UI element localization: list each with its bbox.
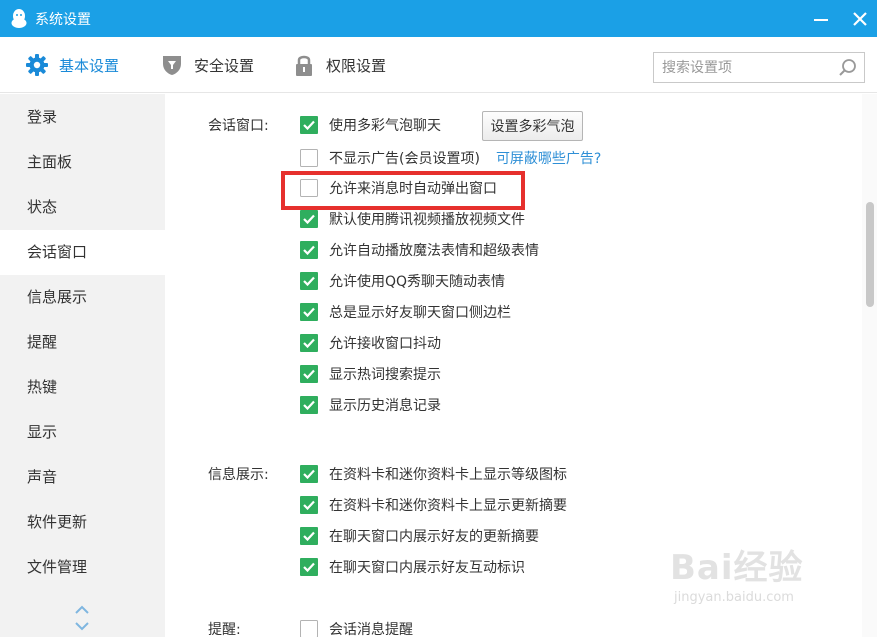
checkbox-checked[interactable] xyxy=(300,465,318,483)
search-input[interactable] xyxy=(662,58,832,78)
option-label: 允许使用QQ秀聊天随动表情 xyxy=(329,274,506,290)
checkbox-checked[interactable] xyxy=(300,496,318,514)
checkbox-unchecked[interactable] xyxy=(300,149,318,167)
option-hot-words[interactable]: 显示热词搜索提示 xyxy=(300,363,441,385)
option-label: 不显示广告(会员设置项) xyxy=(329,151,480,167)
content-scrollbar[interactable] xyxy=(862,94,877,637)
option-tencent-video[interactable]: 默认使用腾讯视频播放视频文件 xyxy=(300,208,525,230)
option-magic-emoji[interactable]: 允许自动播放魔法表情和超级表情 xyxy=(300,239,539,261)
option-qq-show[interactable]: 允许使用QQ秀聊天随动表情 xyxy=(300,270,505,292)
sidebar-item-main-panel[interactable]: 主面板 xyxy=(0,140,165,185)
checkbox-checked[interactable] xyxy=(300,558,318,576)
close-button[interactable] xyxy=(845,6,875,32)
chevron-down-icon[interactable] xyxy=(74,620,90,632)
option-update-summary[interactable]: 在资料卡和迷你资料卡上显示更新摘要 xyxy=(300,494,567,516)
option-label: 在资料卡和迷你资料卡上显示等级图标 xyxy=(329,467,567,483)
option-level-icon[interactable]: 在资料卡和迷你资料卡上显示等级图标 xyxy=(300,463,567,485)
option-label: 总是显示好友聊天窗口侧边栏 xyxy=(329,305,511,321)
option-label: 默认使用腾讯视频播放视频文件 xyxy=(329,212,525,228)
option-window-shake[interactable]: 允许接收窗口抖动 xyxy=(300,332,441,354)
checkbox-checked[interactable] xyxy=(300,303,318,321)
sidebar-item-update[interactable]: 软件更新 xyxy=(0,500,165,545)
section-label-remind: 提醒: xyxy=(208,622,241,637)
sidebar: 登录 主面板 状态 会话窗口 信息展示 提醒 热键 显示 声音 软件更新 文件管… xyxy=(0,94,165,637)
sidebar-item-remind[interactable]: 提醒 xyxy=(0,320,165,365)
checkbox-checked[interactable] xyxy=(300,334,318,352)
settings-content: 会话窗口: 使用多彩气泡聊天 设置多彩气泡 不显示广告(会员设置项) 可屏蔽哪些… xyxy=(165,94,877,637)
option-label: 在聊天窗口内展示好友互动标识 xyxy=(329,560,525,576)
title-bar: 系统设置 xyxy=(0,0,877,37)
sidebar-item-status[interactable]: 状态 xyxy=(0,185,165,230)
tab-label: 安全设置 xyxy=(194,56,255,75)
checkbox-checked[interactable] xyxy=(300,116,318,134)
tab-bar: 基本设置 安全设置 权限设置 xyxy=(0,37,877,93)
tab-basic-settings[interactable]: 基本设置 xyxy=(25,37,119,93)
tab-label: 基本设置 xyxy=(59,56,120,75)
sidebar-item-hotkey[interactable]: 热键 xyxy=(0,365,165,410)
checkbox-checked[interactable] xyxy=(300,241,318,259)
option-label: 允许自动播放魔法表情和超级表情 xyxy=(329,243,539,259)
set-bubble-button[interactable]: 设置多彩气泡 xyxy=(482,111,583,141)
option-friend-interaction[interactable]: 在聊天窗口内展示好友互动标识 xyxy=(300,556,525,578)
sidebar-item-sound[interactable]: 声音 xyxy=(0,455,165,500)
sidebar-item-chat-window[interactable]: 会话窗口 xyxy=(0,230,165,275)
checkbox-checked[interactable] xyxy=(300,527,318,545)
checkbox-unchecked[interactable] xyxy=(300,620,318,637)
minimize-button[interactable] xyxy=(806,6,836,32)
option-colorful-bubble[interactable]: 使用多彩气泡聊天 xyxy=(300,114,441,136)
section-label-info: 信息展示: xyxy=(208,467,269,483)
lock-icon xyxy=(292,53,316,77)
option-side-panel[interactable]: 总是显示好友聊天窗口侧边栏 xyxy=(300,301,511,323)
option-auto-popup[interactable]: 允许来消息时自动弹出窗口 xyxy=(300,177,497,199)
gear-icon xyxy=(25,53,49,77)
option-friend-update[interactable]: 在聊天窗口内展示好友的更新摘要 xyxy=(300,525,539,547)
checkbox-checked[interactable] xyxy=(300,365,318,383)
option-label: 允许接收窗口抖动 xyxy=(329,336,441,352)
scroll-thumb[interactable] xyxy=(866,202,874,307)
search-box xyxy=(653,52,865,83)
qq-penguin-icon xyxy=(10,8,28,29)
sidebar-item-login[interactable]: 登录 xyxy=(0,95,165,140)
option-label: 允许来消息时自动弹出窗口 xyxy=(329,181,497,197)
option-history[interactable]: 显示历史消息记录 xyxy=(300,394,441,416)
tab-permission-settings[interactable]: 权限设置 xyxy=(292,37,386,93)
tab-security-settings[interactable]: 安全设置 xyxy=(160,37,254,93)
option-label: 显示历史消息记录 xyxy=(329,398,441,414)
shield-icon xyxy=(160,53,184,77)
tab-label: 权限设置 xyxy=(326,56,387,75)
option-hide-ads[interactable]: 不显示广告(会员设置项) 可屏蔽哪些广告? xyxy=(300,147,601,169)
section-label-chat: 会话窗口: xyxy=(208,118,269,134)
ads-info-link[interactable]: 可屏蔽哪些广告? xyxy=(496,148,601,168)
sidebar-item-file-manage[interactable]: 文件管理 xyxy=(0,545,165,590)
option-label: 会话消息提醒 xyxy=(329,622,413,637)
checkbox-checked[interactable] xyxy=(300,272,318,290)
option-label: 在聊天窗口内展示好友的更新摘要 xyxy=(329,529,539,545)
sidebar-item-info-display[interactable]: 信息展示 xyxy=(0,275,165,320)
option-message-remind[interactable]: 会话消息提醒 xyxy=(300,618,413,637)
sidebar-item-display[interactable]: 显示 xyxy=(0,410,165,455)
checkbox-unchecked[interactable] xyxy=(300,179,318,197)
checkbox-checked[interactable] xyxy=(300,396,318,414)
window-title: 系统设置 xyxy=(35,12,91,28)
option-label: 显示热词搜索提示 xyxy=(329,367,441,383)
search-icon[interactable] xyxy=(838,58,858,78)
option-label: 使用多彩气泡聊天 xyxy=(329,118,441,134)
option-label: 在资料卡和迷你资料卡上显示更新摘要 xyxy=(329,498,567,514)
chevron-up-icon[interactable] xyxy=(74,604,90,616)
checkbox-checked[interactable] xyxy=(300,210,318,228)
